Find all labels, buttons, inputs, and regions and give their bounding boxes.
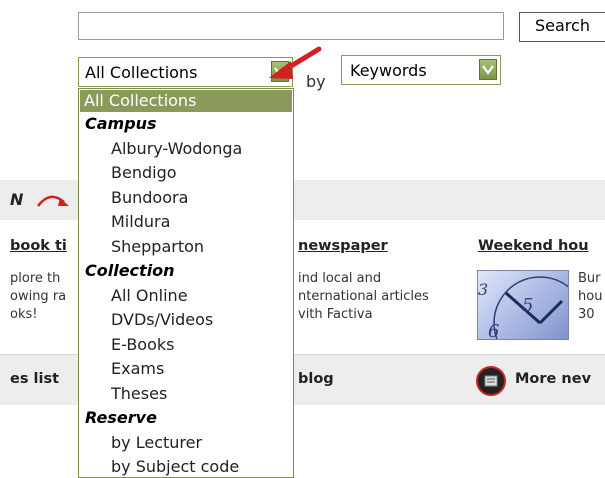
- dropdown-group-label: Reserve: [85, 408, 157, 427]
- feature-right-line: hou: [578, 289, 603, 304]
- feature-left-title[interactable]: book ti: [10, 238, 67, 254]
- dropdown-option[interactable]: Bundoora: [79, 186, 293, 211]
- bottom-right-link[interactable]: More nev: [515, 371, 591, 387]
- feature-right-line: 30: [578, 307, 595, 322]
- field-select[interactable]: Keywords: [341, 55, 501, 85]
- feature-right-title[interactable]: Weekend hou: [478, 238, 589, 254]
- search-button[interactable]: Search: [519, 12, 605, 42]
- dropdown-option[interactable]: Mildura: [79, 210, 293, 235]
- svg-text:6: 6: [488, 321, 499, 340]
- collection-select[interactable]: All Collections: [78, 57, 293, 87]
- collection-dropdown-list[interactable]: All Collections Campus Albury-Wodonga Bendi…: [78, 88, 294, 478]
- feature-left-text: plore th owing ra oks!: [10, 270, 66, 324]
- feature-right-line: Bur: [578, 271, 601, 286]
- dropdown-option[interactable]: by Subject code: [79, 455, 293, 477]
- dropdown-option[interactable]: Albury-Wodonga: [79, 137, 293, 162]
- dropdown-option[interactable]: All Collections: [80, 90, 292, 112]
- feature-middle-line: vith Factiva: [298, 307, 373, 322]
- feature-right-text: Bur hou 30: [578, 270, 602, 324]
- dropdown-group-label: Collection: [85, 261, 175, 280]
- feature-middle-text: ind local and nternational articles vith…: [298, 270, 429, 324]
- red-arrow-icon: [269, 46, 322, 79]
- feature-left-line: plore th: [10, 271, 61, 286]
- dropdown-option[interactable]: Bendigo: [79, 161, 293, 186]
- bottom-left-link[interactable]: es list: [10, 371, 59, 387]
- svg-text:5: 5: [522, 295, 533, 316]
- collection-select-value: All Collections: [85, 63, 198, 82]
- search-input[interactable]: [78, 12, 504, 40]
- clock-image[interactable]: 5 6 3: [477, 270, 569, 340]
- dropdown-option[interactable]: All Online: [79, 284, 293, 309]
- dropdown-option[interactable]: DVDs/Videos: [79, 308, 293, 333]
- feature-left-line: oks!: [10, 307, 38, 322]
- feature-middle-title[interactable]: newspaper: [298, 238, 388, 254]
- bottom-middle-link[interactable]: blog: [298, 371, 334, 387]
- curved-arrow-icon: [37, 195, 69, 207]
- dropdown-option[interactable]: E-Books: [79, 333, 293, 358]
- banner-text: N: [10, 190, 24, 209]
- dropdown-option[interactable]: Theses: [79, 382, 293, 407]
- dropdown-option[interactable]: Shepparton: [79, 235, 293, 260]
- dropdown-group-label: Campus: [85, 114, 157, 133]
- dropdown-option[interactable]: by Lecturer: [79, 431, 293, 456]
- chevron-down-icon[interactable]: [479, 59, 497, 80]
- feature-middle-line: ind local and: [298, 271, 382, 286]
- newspaper-icon[interactable]: [476, 366, 506, 396]
- feature-middle-line: nternational articles: [298, 289, 429, 304]
- field-select-value: Keywords: [350, 61, 427, 80]
- feature-left-line: owing ra: [10, 289, 67, 304]
- svg-text:3: 3: [478, 280, 488, 299]
- dropdown-option[interactable]: Exams: [79, 357, 293, 382]
